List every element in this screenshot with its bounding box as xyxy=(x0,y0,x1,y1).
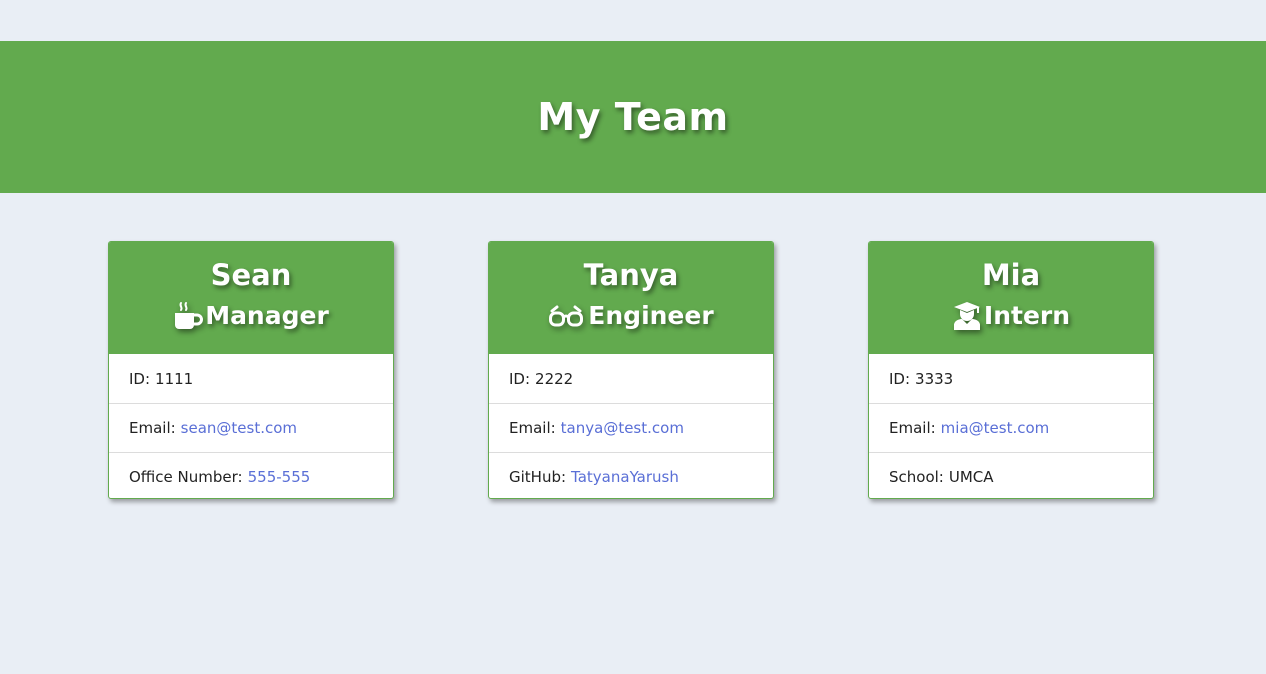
list-item-github: GitHub: TatyanaYarush xyxy=(489,452,773,498)
list-item-email: Email: tanya@test.com xyxy=(489,403,773,452)
employee-details-list: ID: 1111 Email: sean@test.com Office Num… xyxy=(109,354,393,498)
list-item-email: Email: mia@test.com xyxy=(869,403,1153,452)
glasses-icon xyxy=(548,301,584,331)
list-item-office-number: Office Number: 555-555 xyxy=(109,452,393,498)
school-value: UMCA xyxy=(948,468,994,486)
email-label: Email: xyxy=(889,419,936,437)
card-header: Tanya Engineer xyxy=(489,242,773,354)
coffee-mug-icon xyxy=(173,301,204,331)
list-item-id: ID: 3333 xyxy=(869,354,1153,403)
id-value: 2222 xyxy=(535,369,574,388)
github-label: GitHub: xyxy=(509,468,567,486)
id-label: ID: xyxy=(129,369,151,388)
employee-role: Engineer xyxy=(489,299,773,333)
employee-card-manager: Sean Manager ID: 1111 Email: sean@test.c… xyxy=(108,241,394,499)
office-number-link[interactable]: 555-555 xyxy=(248,468,311,486)
id-value: 3333 xyxy=(915,369,954,388)
card-header: Mia Intern xyxy=(869,242,1153,354)
list-item-school: School: UMCA xyxy=(869,452,1153,498)
employee-name: Tanya xyxy=(583,258,679,292)
employee-role: Intern xyxy=(869,299,1153,333)
employee-card-engineer: Tanya Engineer ID: 2222 Email: tanya@tes… xyxy=(488,241,774,499)
graduate-icon xyxy=(952,301,982,331)
email-label: Email: xyxy=(509,419,556,437)
github-link[interactable]: TatyanaYarush xyxy=(571,468,679,486)
card-header: Sean Manager xyxy=(109,242,393,354)
team-header-banner: My Team xyxy=(0,41,1266,193)
employee-name: Mia xyxy=(981,258,1041,292)
employee-details-list: ID: 3333 Email: mia@test.com School: UMC… xyxy=(869,354,1153,498)
list-item-id: ID: 2222 xyxy=(489,354,773,403)
id-label: ID: xyxy=(889,369,911,388)
page-title: My Team xyxy=(537,95,729,139)
email-label: Email: xyxy=(129,419,176,437)
email-link[interactable]: tanya@test.com xyxy=(561,419,684,437)
id-label: ID: xyxy=(509,369,531,388)
email-link[interactable]: mia@test.com xyxy=(941,419,1050,437)
id-value: 1111 xyxy=(155,369,194,388)
school-label: School: xyxy=(889,468,944,486)
role-label: Manager xyxy=(205,301,329,330)
employee-name: Sean xyxy=(210,258,292,292)
list-item-email: Email: sean@test.com xyxy=(109,403,393,452)
email-link[interactable]: sean@test.com xyxy=(181,419,297,437)
role-label: Engineer xyxy=(588,301,714,330)
employee-role: Manager xyxy=(109,299,393,333)
employee-card-intern: Mia Intern ID: 3333 Email: mia@test.com … xyxy=(868,241,1154,499)
role-label: Intern xyxy=(983,301,1071,330)
office-number-label: Office Number: xyxy=(129,468,243,486)
list-item-id: ID: 1111 xyxy=(109,354,393,403)
employee-details-list: ID: 2222 Email: tanya@test.com GitHub: T… xyxy=(489,354,773,498)
